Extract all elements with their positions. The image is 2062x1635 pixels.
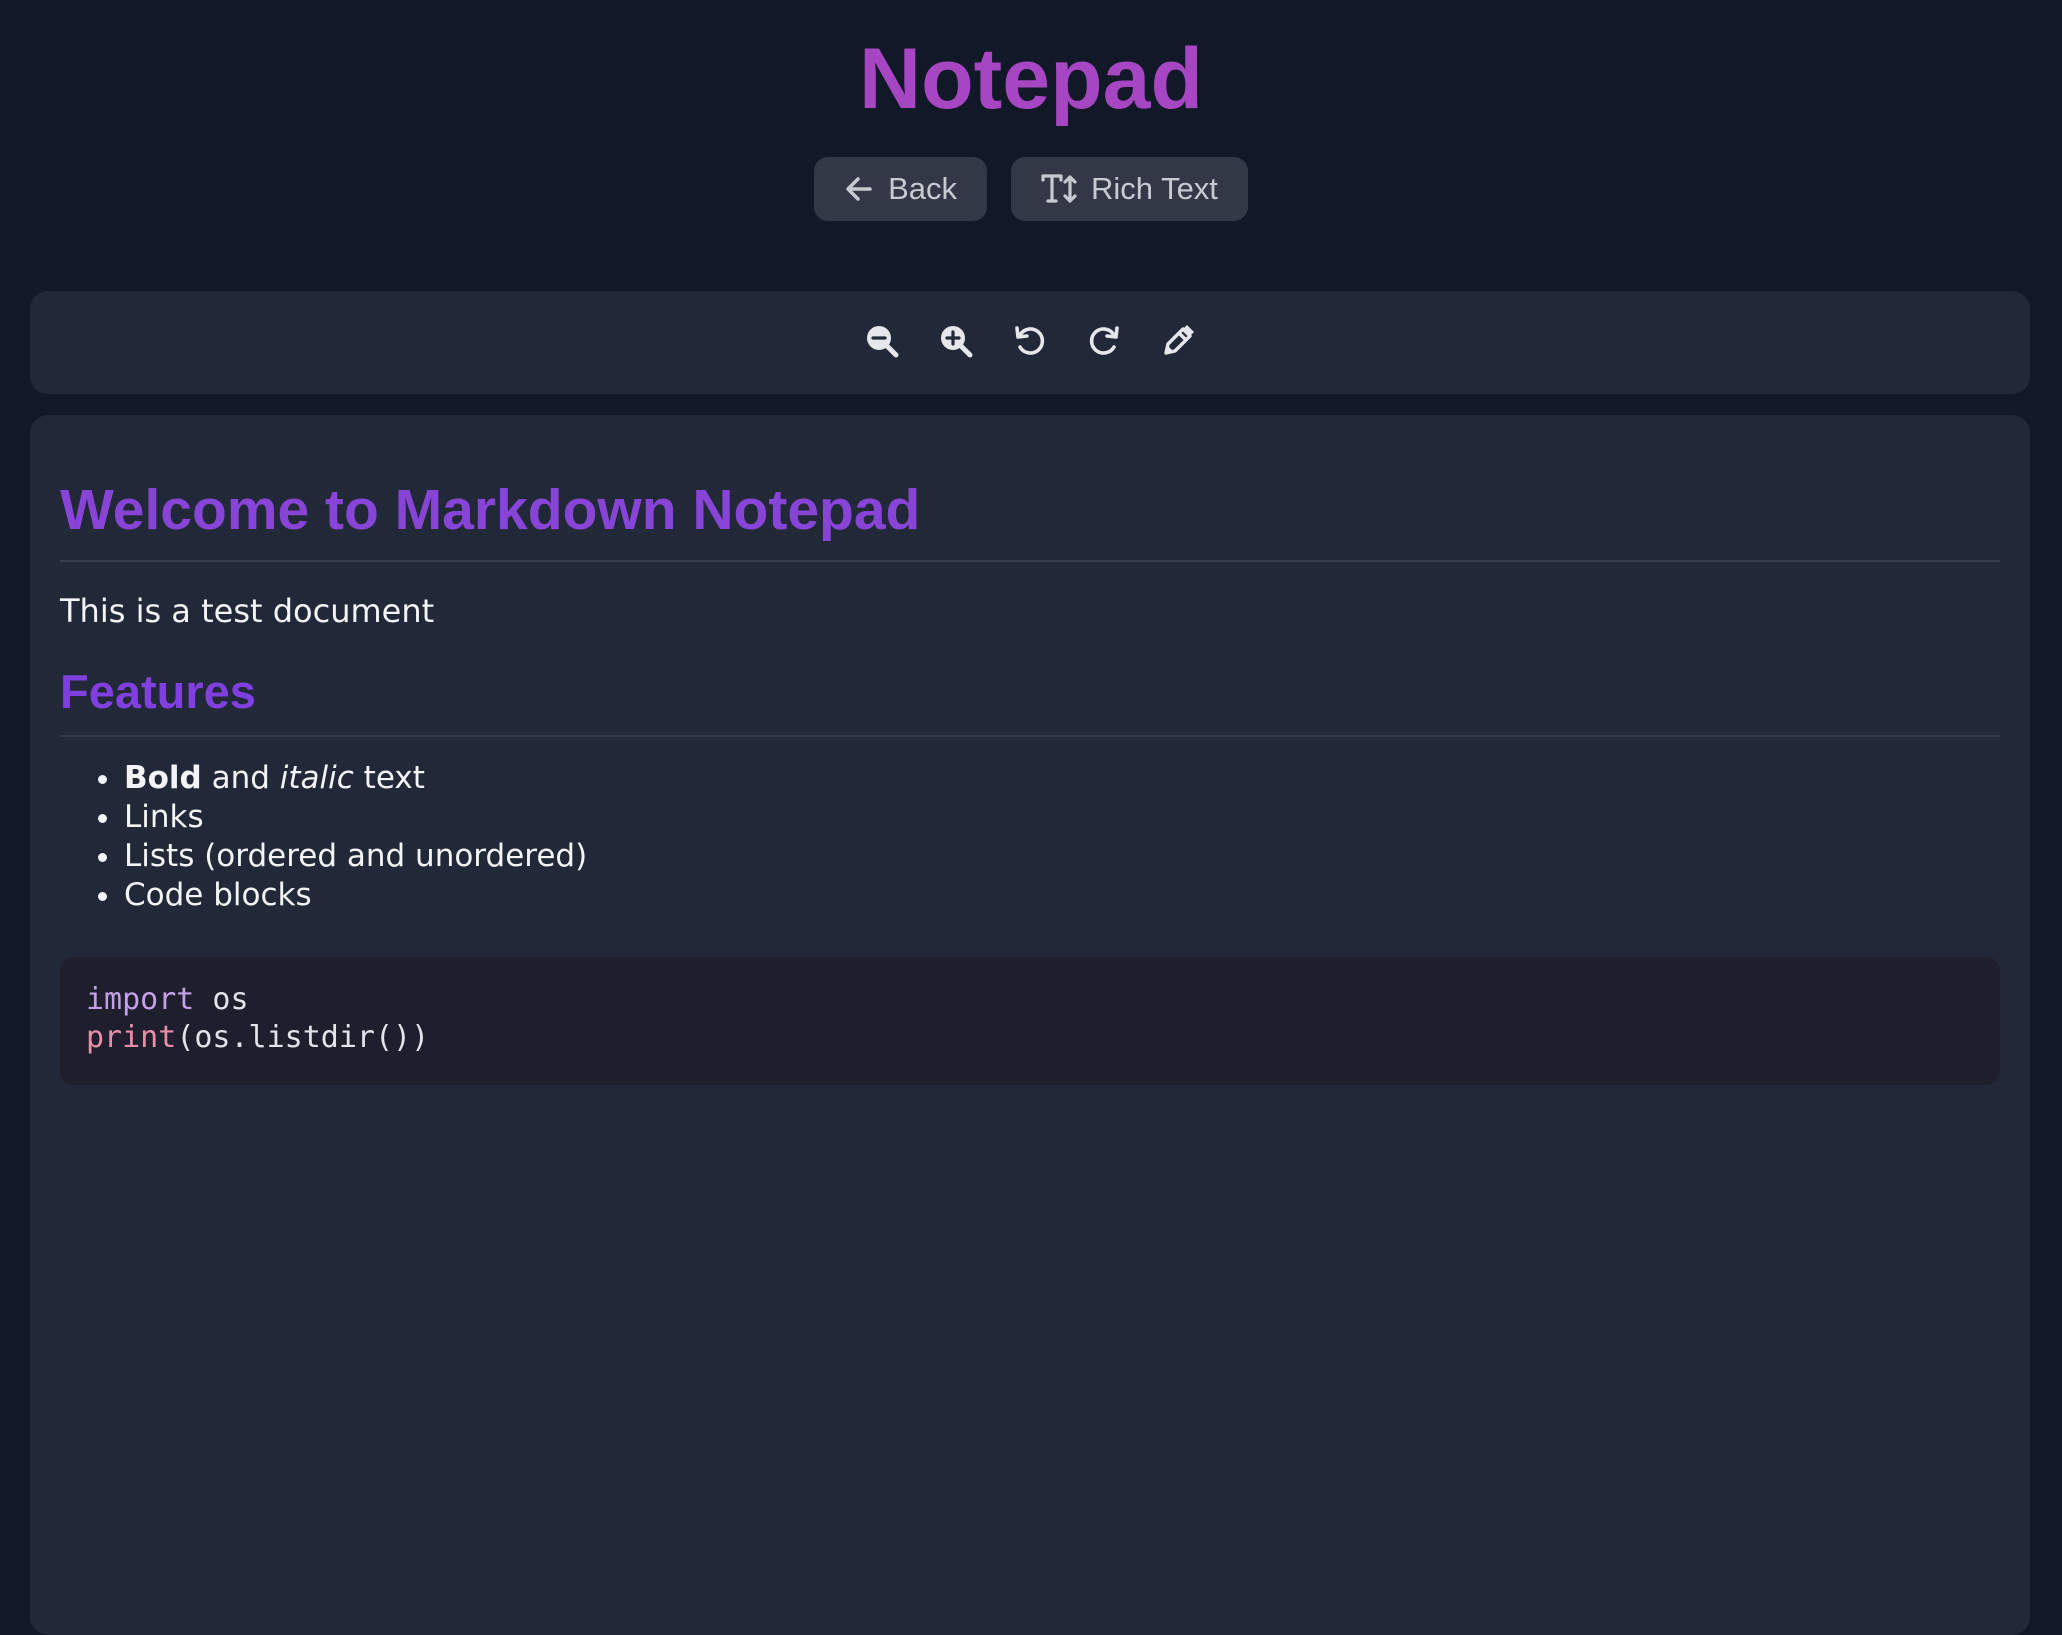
nav-row: Back Rich Text — [0, 157, 2062, 221]
list-item: Lists (ordered and unordered) — [60, 837, 587, 876]
zoom-out-button[interactable] — [864, 325, 900, 361]
app-title: Notepad — [859, 31, 1203, 127]
redo-button[interactable] — [1086, 325, 1122, 361]
text-height-icon — [1041, 174, 1077, 204]
bold-text: Bold — [124, 760, 202, 796]
edit-button[interactable] — [1160, 324, 1196, 362]
code-text: (os.listdir()) — [176, 1020, 430, 1055]
undo-icon — [1013, 324, 1047, 362]
arrow-left-icon — [844, 174, 874, 204]
zoom-in-button[interactable] — [938, 325, 974, 361]
rich-text-button-label: Rich Text — [1091, 171, 1218, 206]
back-button-label: Back — [888, 171, 957, 206]
italic-text: italic — [279, 760, 354, 796]
rich-text-button[interactable]: Rich Text — [1011, 157, 1248, 221]
zoom-out-icon — [865, 324, 899, 362]
features-divider — [60, 735, 2000, 737]
code-line: import os — [86, 981, 1974, 1019]
code-line: print(os.listdir()) — [86, 1019, 1974, 1057]
code-text: os — [194, 982, 249, 1017]
document-paragraph: This is a test document — [60, 592, 435, 630]
zoom-in-icon — [939, 324, 973, 362]
toolbar — [30, 291, 2030, 394]
list-item: Links — [60, 798, 587, 837]
back-button[interactable]: Back — [814, 157, 987, 221]
features-heading: Features — [60, 665, 256, 718]
plain-text: and — [201, 760, 280, 796]
code-block: import os print(os.listdir()) — [60, 957, 2000, 1085]
plain-text: text — [353, 760, 425, 796]
list-item: Bold and italic text — [60, 759, 587, 798]
list-item: Code blocks — [60, 876, 587, 915]
features-list: Bold and italic text Links Lists (ordere… — [60, 759, 587, 915]
code-function: print — [86, 1020, 177, 1055]
document-heading: Welcome to Markdown Notepad — [60, 478, 921, 542]
document-preview: Welcome to Markdown Notepad This is a te… — [30, 415, 2030, 1635]
redo-icon — [1087, 324, 1121, 362]
code-keyword: import — [86, 982, 195, 1017]
undo-button[interactable] — [1012, 325, 1048, 361]
heading-divider — [60, 560, 2000, 562]
pencil-icon — [1161, 324, 1195, 362]
